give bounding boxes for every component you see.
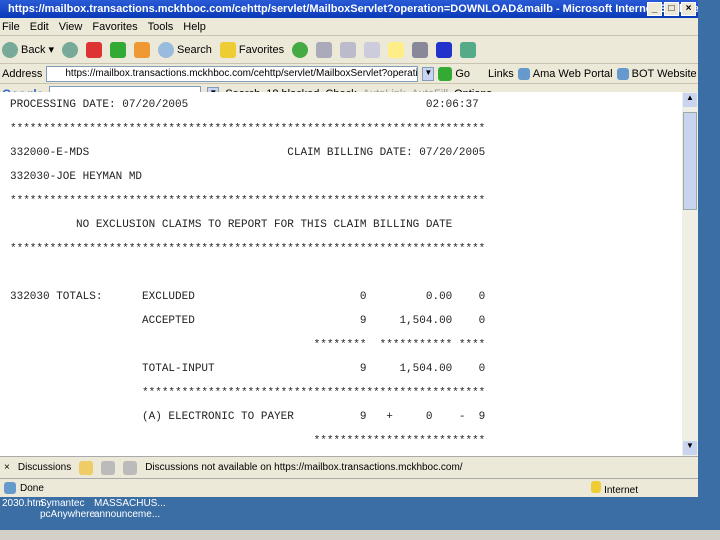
star-icon	[219, 41, 236, 58]
discussions-bar: × Discussions Discussions not available …	[0, 456, 698, 478]
menu-tools[interactable]: Tools	[148, 21, 174, 33]
forward-button[interactable]	[62, 41, 78, 58]
messenger-icon[interactable]	[460, 41, 477, 58]
report-line: ****************************************…	[10, 387, 486, 399]
refresh-button[interactable]	[110, 41, 126, 58]
page-icon	[517, 67, 530, 80]
notes-button[interactable]	[388, 41, 405, 58]
menu-help[interactable]: Help	[183, 21, 206, 33]
menu-edit[interactable]: Edit	[30, 21, 49, 33]
minimize-button[interactable]: _	[647, 2, 662, 16]
report-line: 332030 TOTALS: EXCLUDED 0 0.00 0	[10, 291, 486, 303]
link-ama-web-portal[interactable]: Ama Web Portal	[517, 67, 613, 80]
lock-icon	[591, 480, 602, 493]
new-discussion-icon[interactable]	[79, 460, 94, 475]
menu-favorites[interactable]: Favorites	[92, 21, 137, 33]
discussion-tool-icon[interactable]	[123, 460, 138, 475]
status-bar: Done Internet	[0, 478, 698, 497]
report-line: TOTAL-INPUT 9 1,504.00 0	[10, 363, 486, 375]
scroll-thumb[interactable]	[683, 112, 697, 210]
report-line: ACCEPTED 9 1,504.00 0	[10, 315, 486, 327]
page-icon	[616, 67, 629, 80]
vertical-scrollbar[interactable]: ▲ ▼	[682, 92, 698, 456]
close-button[interactable]: ×	[681, 2, 696, 16]
report-line: NO EXCLUSION CLAIMS TO REPORT FOR THIS C…	[10, 219, 453, 231]
favorites-button[interactable]: Favorites	[219, 41, 284, 58]
report-text: PROCESSING DATE: 07/20/2005 02:06:37 ****…	[0, 92, 682, 453]
report-line	[10, 261, 682, 285]
page-done-icon	[4, 482, 16, 494]
report-line: ******** *********** ****	[10, 339, 486, 351]
history-button[interactable]	[292, 41, 309, 58]
back-button[interactable]: Back ▾	[2, 41, 54, 58]
address-dropdown[interactable]: ▼	[422, 66, 435, 81]
title-bar: https://mailbox.transactions.mckhboc.com…	[0, 0, 698, 18]
mail-button[interactable]	[316, 41, 333, 58]
maximize-button[interactable]: □	[664, 2, 679, 16]
taskbar	[0, 530, 720, 540]
link-bot-website[interactable]: BOT Website	[616, 67, 697, 80]
report-line: PROCESSING DATE: 07/20/2005 02:06:37	[10, 99, 479, 111]
discussions-menu[interactable]: Discussions	[18, 462, 71, 473]
report-line: **************************	[10, 435, 486, 447]
desktop-icon-pcanywhere[interactable]: Symantec pcAnywhere	[40, 498, 95, 520]
window-title: https://mailbox.transactions.mckhboc.com…	[8, 3, 698, 15]
search-button[interactable]: Search	[158, 41, 212, 58]
menu-view[interactable]: View	[59, 21, 83, 33]
standard-toolbar: Back ▾ Search Favorites	[0, 36, 698, 64]
zone-indicator: Internet	[591, 480, 638, 496]
report-line: 332030-JOE HEYMAN MD	[10, 171, 143, 183]
address-label: Address	[2, 67, 43, 80]
status-text: Done	[20, 482, 44, 494]
desktop-icon-htm[interactable]: 2030.htm	[2, 498, 44, 509]
page-content: PROCESSING DATE: 07/20/2005 02:06:37 ****…	[0, 92, 682, 456]
report-line: ****************************************…	[10, 123, 486, 135]
links-label: Links	[488, 67, 514, 80]
search-icon	[158, 41, 174, 58]
desktop-icon-massachusetts[interactable]: MASSACHUS... announceme...	[94, 498, 166, 520]
scroll-down-button[interactable]: ▼	[683, 441, 697, 455]
discussion-tool-icon[interactable]	[101, 460, 116, 475]
report-line: 332000-E-MDS CLAIM BILLING DATE: 07/20/2…	[10, 147, 486, 159]
edit-button[interactable]	[364, 41, 381, 58]
print-button[interactable]	[340, 41, 357, 58]
research-button[interactable]	[412, 41, 429, 58]
discussions-message: Discussions not available on https://mai…	[145, 462, 463, 473]
report-line: (A) ELECTRONIC TO PAYER 9 + 0 - 9	[10, 411, 486, 423]
close-discussions-button[interactable]: ×	[4, 462, 10, 473]
home-button[interactable]	[134, 41, 150, 58]
scroll-up-button[interactable]: ▲	[683, 93, 697, 107]
address-input[interactable]: https://mailbox.transactions.mckhboc.com…	[46, 65, 419, 82]
menu-file[interactable]: File	[2, 21, 20, 33]
address-bar: Address https://mailbox.transactions.mck…	[0, 64, 698, 84]
menu-bar: File Edit View Favorites Tools Help	[0, 18, 698, 36]
report-line: ****************************************…	[10, 243, 486, 255]
go-button[interactable]: Go	[438, 66, 470, 81]
report-line: ****************************************…	[10, 195, 486, 207]
stop-button[interactable]	[86, 41, 102, 58]
desktop-edge	[698, 0, 720, 497]
back-arrow-icon	[2, 41, 18, 58]
go-arrow-icon	[438, 66, 453, 81]
bluetooth-icon[interactable]	[436, 41, 453, 58]
